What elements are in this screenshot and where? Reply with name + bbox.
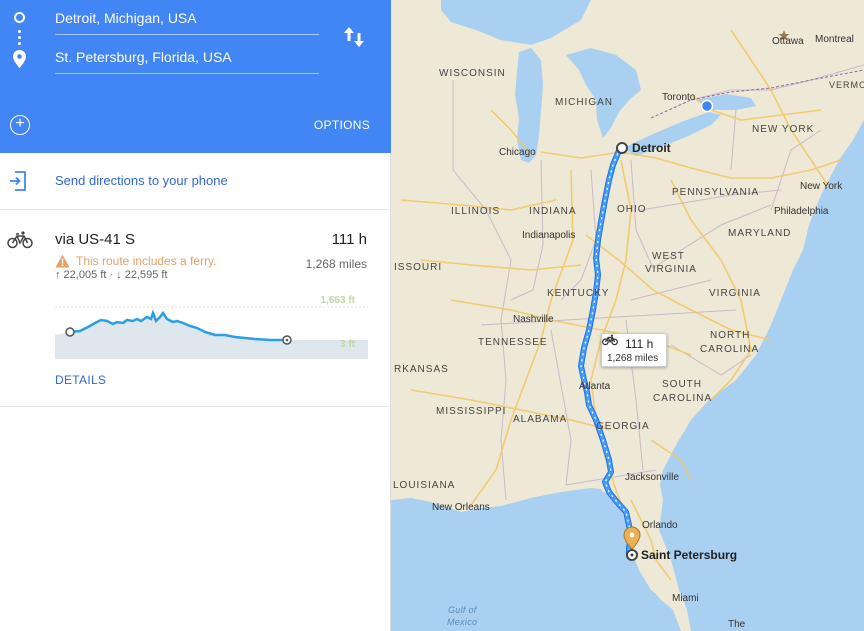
map-label-virginia: VIRGINIA bbox=[709, 288, 761, 299]
send-directions-label: Send directions to your phone bbox=[55, 173, 228, 188]
bicycle-icon bbox=[602, 334, 618, 346]
map-canvas[interactable]: WISCONSIN MICHIGAN Ottawa Montreal Toron… bbox=[391, 0, 864, 631]
map-label-miami: Miami bbox=[672, 593, 699, 604]
send-to-phone-icon bbox=[10, 171, 26, 191]
directions-header: Detroit, Michigan, USA St. Petersburg, F… bbox=[0, 0, 391, 153]
map-label-tennessee: TENNESSEE bbox=[478, 337, 548, 348]
warning-icon bbox=[55, 254, 70, 268]
origin-circle-icon bbox=[14, 12, 25, 23]
map-label-orlando: Orlando bbox=[642, 520, 678, 531]
map-label-detroit: Detroit bbox=[632, 141, 671, 155]
add-destination-icon[interactable]: + bbox=[10, 115, 30, 135]
map-label-south-carolina-1: SOUTH bbox=[662, 379, 702, 390]
map-label-saint-petersburg: Saint Petersburg bbox=[641, 548, 738, 562]
bicycle-icon bbox=[7, 231, 33, 249]
callout-distance: 1,268 miles bbox=[607, 353, 659, 364]
map-label-north-carolina-1: NORTH bbox=[710, 330, 751, 341]
map-label-new-york-state: NEW YORK bbox=[752, 124, 815, 135]
map-label-west-virginia-2: VIRGINIA bbox=[645, 264, 697, 275]
map-label-illinois: ILLINOIS bbox=[451, 206, 501, 217]
route-dot-icon bbox=[18, 36, 21, 39]
map-label-michigan: MICHIGAN bbox=[555, 97, 613, 108]
map-label-new-orleans: New Orleans bbox=[432, 502, 490, 513]
map-label-nashville: Nashville bbox=[513, 314, 554, 325]
swap-directions-icon[interactable] bbox=[343, 24, 365, 50]
map-label-missouri: ISSOURI bbox=[394, 262, 443, 273]
map-label-georgia: GEORGIA bbox=[596, 421, 650, 432]
route-option-card[interactable]: via US-41 S 111 h This route includes a … bbox=[0, 210, 391, 407]
route-via-label: via US-41 S bbox=[55, 231, 136, 248]
map-label-indianapolis: Indianapolis bbox=[522, 230, 576, 241]
route-dot-icon bbox=[18, 30, 21, 33]
map-label-mississippi: MISSISSIPPI bbox=[436, 406, 507, 417]
elevation-min-label: 3 ft bbox=[340, 339, 355, 350]
map-label-new-york-city: New York bbox=[800, 181, 843, 192]
map-label-west-virginia-1: WEST bbox=[652, 251, 685, 262]
map-label-alabama: ALABAMA bbox=[513, 414, 568, 425]
map-label-the: The bbox=[728, 619, 746, 630]
map-label-indiana: INDIANA bbox=[529, 206, 577, 217]
destination-input[interactable]: St. Petersburg, Florida, USA bbox=[55, 40, 319, 74]
map-label-north-carolina-2: CAROLINA bbox=[700, 344, 760, 355]
directions-panel: Detroit, Michigan, USA St. Petersburg, F… bbox=[0, 0, 391, 631]
elevation-max-label: 1,663 ft bbox=[320, 295, 355, 306]
map-label-ottawa: Ottawa bbox=[772, 36, 804, 47]
map-label-wisconsin: WISCONSIN bbox=[439, 68, 506, 79]
ferry-warning-text: This route includes a ferry. bbox=[76, 254, 217, 268]
map-label-vermont: VERMONT bbox=[829, 80, 864, 90]
map-label-jacksonville: Jacksonville bbox=[625, 472, 679, 483]
map-label-atlanta: Atlanta bbox=[579, 381, 611, 392]
map-label-montreal: Montreal bbox=[815, 34, 854, 45]
map-label-toronto: Toronto bbox=[662, 92, 696, 103]
options-button[interactable]: OPTIONS bbox=[310, 118, 370, 132]
map-label-gulf-1: Gulf of bbox=[448, 605, 477, 615]
map-label-pennsylvania: PENNSYLVANIA bbox=[672, 187, 760, 198]
map-label-chicago: Chicago bbox=[499, 147, 536, 158]
details-link[interactable]: DETAILS bbox=[55, 373, 106, 387]
destination-pin-icon bbox=[13, 50, 26, 68]
route-dot-icon bbox=[18, 42, 21, 45]
map-base-layer bbox=[391, 0, 864, 631]
map-label-arkansas: RKANSAS bbox=[394, 364, 449, 375]
toronto-location-dot bbox=[700, 99, 714, 113]
map-label-maryland: MARYLAND bbox=[728, 228, 792, 239]
elevation-gain-loss: ↑ 22,005 ft · ↓ 22,595 ft bbox=[55, 269, 168, 281]
map-label-ohio: OHIO bbox=[617, 204, 647, 215]
map-label-kentucky: KENTUCKY bbox=[547, 288, 610, 299]
origin-input[interactable]: Detroit, Michigan, USA bbox=[55, 1, 319, 35]
route-info-callout[interactable]: 111 h 1,268 miles bbox=[601, 333, 667, 367]
elevation-start-marker bbox=[65, 327, 75, 337]
send-directions-to-phone[interactable]: Send directions to your phone bbox=[0, 153, 391, 210]
route-start-marker bbox=[616, 142, 628, 154]
map-label-philadelphia: Philadelphia bbox=[774, 206, 829, 217]
callout-travel-time: 111 h bbox=[625, 337, 654, 351]
map-label-south-carolina-2: CAROLINA bbox=[653, 393, 713, 404]
map-label-gulf-2: Mexico bbox=[447, 617, 478, 627]
route-distance: 1,268 miles bbox=[305, 257, 367, 271]
route-travel-time: 111 h bbox=[331, 231, 367, 248]
map-label-louisiana: LOUISIANA bbox=[393, 480, 456, 491]
